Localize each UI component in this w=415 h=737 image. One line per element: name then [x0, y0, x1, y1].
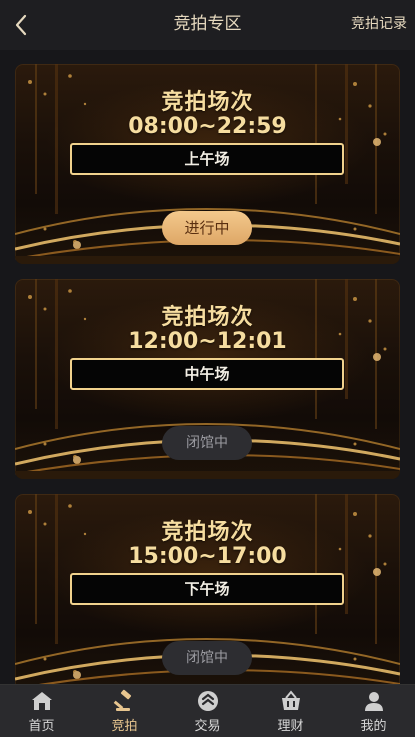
nav-item-finance[interactable]: 理财: [249, 685, 332, 737]
session-name: 中午场: [70, 358, 344, 390]
status-button[interactable]: 闭馆中: [162, 641, 252, 675]
session-time: 12:00~12:01: [128, 329, 287, 354]
home-icon: [31, 692, 52, 710]
auction-records-link[interactable]: 竞拍记录: [351, 0, 407, 50]
auction-card[interactable]: 竞拍场次 08:00~22:59 上午场 进行中: [15, 64, 400, 264]
status-button[interactable]: 闭馆中: [162, 426, 252, 460]
session-name: 上午场: [70, 143, 344, 175]
basket-icon: [281, 690, 300, 710]
nav-label: 交易: [194, 719, 221, 734]
card-title: 竞拍场次: [161, 520, 254, 545]
exchange-icon: [197, 691, 218, 711]
status-button[interactable]: 进行中: [162, 211, 252, 245]
bottom-nav: 首页 竞拍 交易 理财 我的: [0, 684, 415, 737]
nav-item-home[interactable]: 首页: [0, 685, 83, 737]
session-time: 15:00~17:00: [128, 544, 287, 569]
session-time: 08:00~22:59: [128, 114, 287, 139]
auction-card[interactable]: 竞拍场次 15:00~17:00 下午场 闭馆中: [15, 494, 400, 694]
nav-label: 理财: [277, 719, 304, 734]
auction-sessions-list: 竞拍场次 08:00~22:59 上午场 进行中 竞拍场次 12:00~12:0…: [15, 64, 400, 709]
nav-item-auction[interactable]: 竞拍: [83, 685, 166, 737]
user-icon: [364, 692, 383, 711]
session-name: 下午场: [70, 573, 344, 605]
nav-label: 竞拍: [111, 719, 138, 734]
card-title: 竞拍场次: [161, 90, 254, 115]
auction-card[interactable]: 竞拍场次 12:00~12:01 中午场 闭馆中: [15, 279, 400, 479]
nav-item-profile[interactable]: 我的: [332, 685, 415, 737]
nav-item-trade[interactable]: 交易: [166, 685, 249, 737]
nav-label: 首页: [28, 719, 55, 734]
card-title: 竞拍场次: [161, 305, 254, 330]
gavel-icon: [113, 689, 131, 711]
nav-label: 我的: [360, 719, 387, 734]
header: 竞拍专区 竞拍记录: [0, 0, 415, 50]
